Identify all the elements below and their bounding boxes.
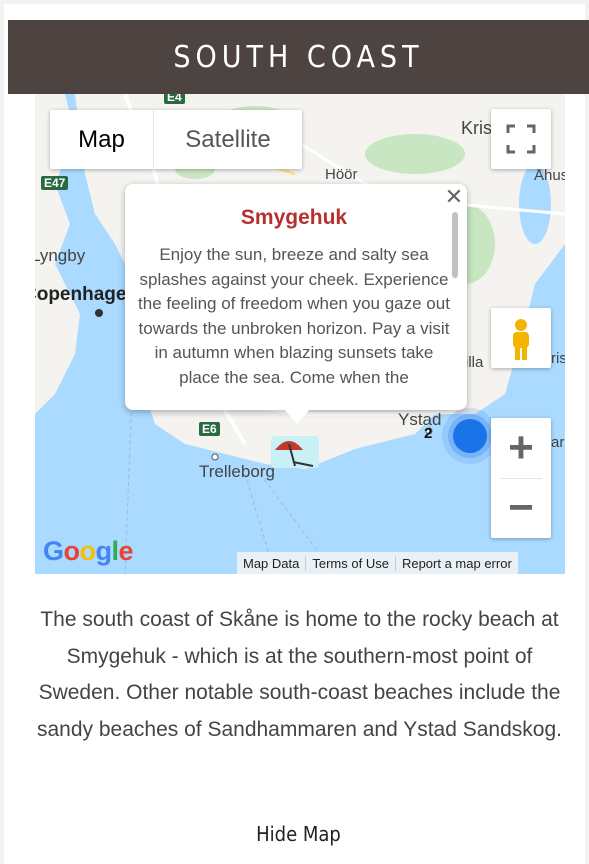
- fullscreen-button[interactable]: [491, 109, 551, 169]
- map-type-satellite-button[interactable]: Satellite: [154, 110, 302, 169]
- map-label-ris: ris: [551, 350, 565, 367]
- road-sign-e6: E6: [199, 422, 220, 436]
- section-title: SOUTH COAST: [173, 39, 424, 75]
- street-view-button[interactable]: [491, 308, 551, 368]
- section-header: SOUTH COAST: [8, 20, 589, 94]
- map-attribution: Map Data Terms of Use Report a map error: [237, 552, 518, 574]
- pegman-icon: [513, 319, 529, 360]
- map-view[interactable]: Höör Åhus Kris Lyngby Copenhagen Trelleb…: [35, 94, 565, 574]
- info-window-content: Smygehuk Enjoy the sun, breeze and salty…: [133, 204, 455, 402]
- info-window: ✕ Smygehuk Enjoy the sun, breeze and sal…: [125, 184, 467, 424]
- map-label-hoor: Höör: [325, 166, 358, 183]
- map-label-ahus: Åhus: [534, 167, 565, 184]
- hide-map-link[interactable]: Hide Map: [4, 822, 589, 846]
- map-label-illa: illa: [465, 354, 484, 371]
- beach-marker-icon[interactable]: [271, 436, 319, 468]
- location-cluster-icon[interactable]: [442, 408, 498, 464]
- map-label-trelleborg: Trelleborg: [199, 462, 275, 481]
- info-window-tail: [283, 408, 311, 424]
- google-logo: Google: [43, 536, 134, 566]
- map-label-ystad: Ystad: [398, 410, 442, 429]
- road-sign-e47: E47: [41, 176, 69, 190]
- map-label-lyngby: Lyngby: [35, 246, 86, 265]
- report-map-error-link[interactable]: Report a map error: [394, 555, 518, 571]
- city-dot: [95, 309, 103, 317]
- map-label-kris: Kris: [461, 118, 492, 138]
- map-type-control: Map Satellite: [50, 110, 302, 169]
- road-sign-e4: E4: [164, 94, 185, 104]
- south-coast-card: SOUTH COAST Höör Åhus Kris Lyngby openha…: [0, 0, 589, 864]
- zoom-out-button[interactable]: −: [491, 478, 551, 538]
- cluster-count: 2: [424, 425, 433, 442]
- park-area: [365, 134, 465, 174]
- fullscreen-icon: [506, 124, 536, 154]
- map-label-copenhagen: Copenhagen: [35, 284, 139, 305]
- map-data-link[interactable]: Map Data: [237, 556, 305, 571]
- map-type-map-button[interactable]: Map: [50, 110, 154, 169]
- map-label-ar: ar: [551, 434, 565, 451]
- city-dot: [211, 453, 219, 461]
- section-description: The south coast of Skåne is home to the …: [37, 608, 562, 741]
- info-window-body: Enjoy the sun, breeze and salty sea spla…: [138, 245, 450, 387]
- terms-of-use-link[interactable]: Terms of Use: [305, 555, 395, 571]
- zoom-control: + −: [491, 418, 551, 538]
- zoom-in-button[interactable]: +: [491, 418, 551, 478]
- info-window-title: Smygehuk: [240, 206, 348, 229]
